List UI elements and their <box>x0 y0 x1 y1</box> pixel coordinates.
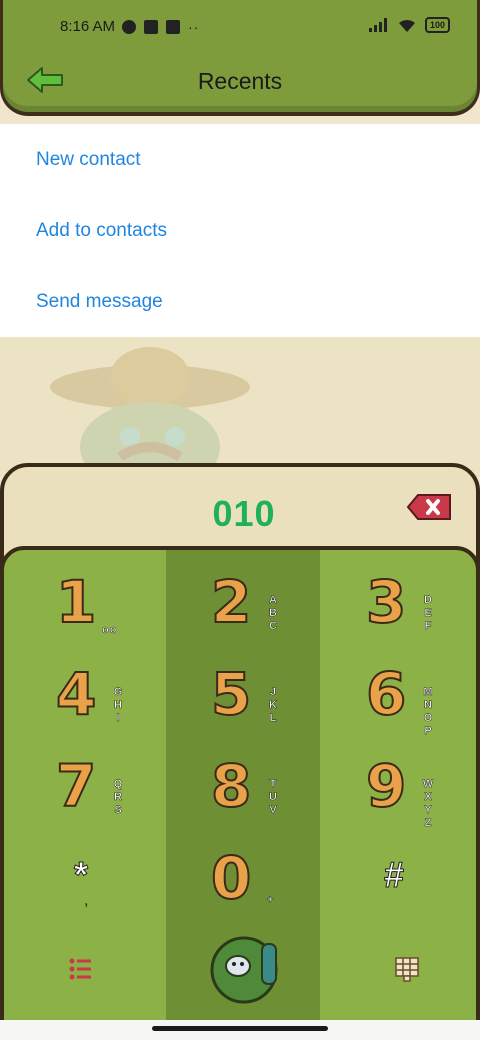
status-system-icons: 100 <box>368 17 450 33</box>
key-letters: TUV <box>267 778 280 818</box>
key-6[interactable]: 6 MNOP <box>322 650 476 742</box>
key-8[interactable]: 8 TUV <box>167 742 321 834</box>
mascot-background <box>0 337 480 492</box>
key-digit: 2 <box>210 567 252 637</box>
key-letters: JKL <box>267 686 280 726</box>
cactus-mascot-illustration <box>50 347 250 492</box>
new-contact-button[interactable]: New contact <box>0 124 480 195</box>
app-header: 8:16 AM ·· 100 Recents <box>0 0 480 124</box>
key-9[interactable]: 9 WXYZ <box>322 742 476 834</box>
battery-icon: 100 <box>424 17 450 33</box>
key-digit: 9 <box>365 751 407 821</box>
key-2[interactable]: 2 ABC <box>167 558 321 650</box>
key-letters: GHI <box>112 686 125 726</box>
keypad-grid-icon[interactable] <box>394 956 420 982</box>
key-digit: 6 <box>365 659 407 729</box>
call-button-cactus-icon[interactable] <box>202 926 286 1006</box>
status-time: 8:16 AM <box>60 18 116 35</box>
add-to-contacts-button[interactable]: Add to contacts <box>0 195 480 266</box>
delete-icon[interactable] <box>406 493 454 523</box>
contact-action-menu: New contact Add to contacts Send message <box>0 124 480 337</box>
notification-icon <box>122 20 136 34</box>
status-notification-icons: ·· <box>122 19 199 35</box>
key-5[interactable]: 5 JKL <box>167 650 321 742</box>
key-digit: 4 <box>55 659 97 729</box>
key-digit: 1 <box>55 567 97 637</box>
key-digit: 0 <box>210 843 252 913</box>
voicemail-icon: oo <box>102 624 118 637</box>
key-digit: 7 <box>55 751 97 821</box>
wifi-icon <box>398 19 415 32</box>
key-digit: 5 <box>210 659 252 729</box>
key-1[interactable]: 1 oo <box>12 558 166 650</box>
key-3[interactable]: 3 DEF <box>322 558 476 650</box>
key-0[interactable]: 0 + <box>167 834 321 926</box>
home-gesture-handle[interactable] <box>152 1026 328 1031</box>
key-letters: ABC <box>267 594 280 634</box>
more-dots-icon: ·· <box>188 19 200 35</box>
key-digit: 8 <box>210 751 252 821</box>
key-symbol: * <box>73 854 89 896</box>
page-title: Recents <box>197 68 283 94</box>
status-bar: 8:16 AM ·· 100 <box>0 0 480 56</box>
key-digit: 3 <box>365 567 407 637</box>
key-letters: QRS <box>112 778 125 818</box>
dial-keypad: 1 oo 2 ABC 3 DEF 4 GHI 5 JKL 6 MNOP 7 QR… <box>0 546 480 1024</box>
key-hash[interactable]: # <box>322 834 476 926</box>
key-letters: + <box>267 894 275 907</box>
key-symbol: # <box>383 854 405 896</box>
key-letters: MNOP <box>422 686 435 739</box>
upload-icon <box>166 20 180 34</box>
key-letters: WXYZ <box>422 778 435 831</box>
menu-list-icon[interactable] <box>68 956 94 982</box>
key-star[interactable]: * , <box>12 834 166 926</box>
key-7[interactable]: 7 QRS <box>12 742 166 834</box>
key-sub-symbol: , <box>84 892 89 909</box>
notification-icon <box>144 20 158 34</box>
key-letters: DEF <box>422 594 435 634</box>
signal-icon <box>368 18 387 32</box>
key-4[interactable]: 4 GHI <box>12 650 166 742</box>
send-message-button[interactable]: Send message <box>0 266 480 337</box>
